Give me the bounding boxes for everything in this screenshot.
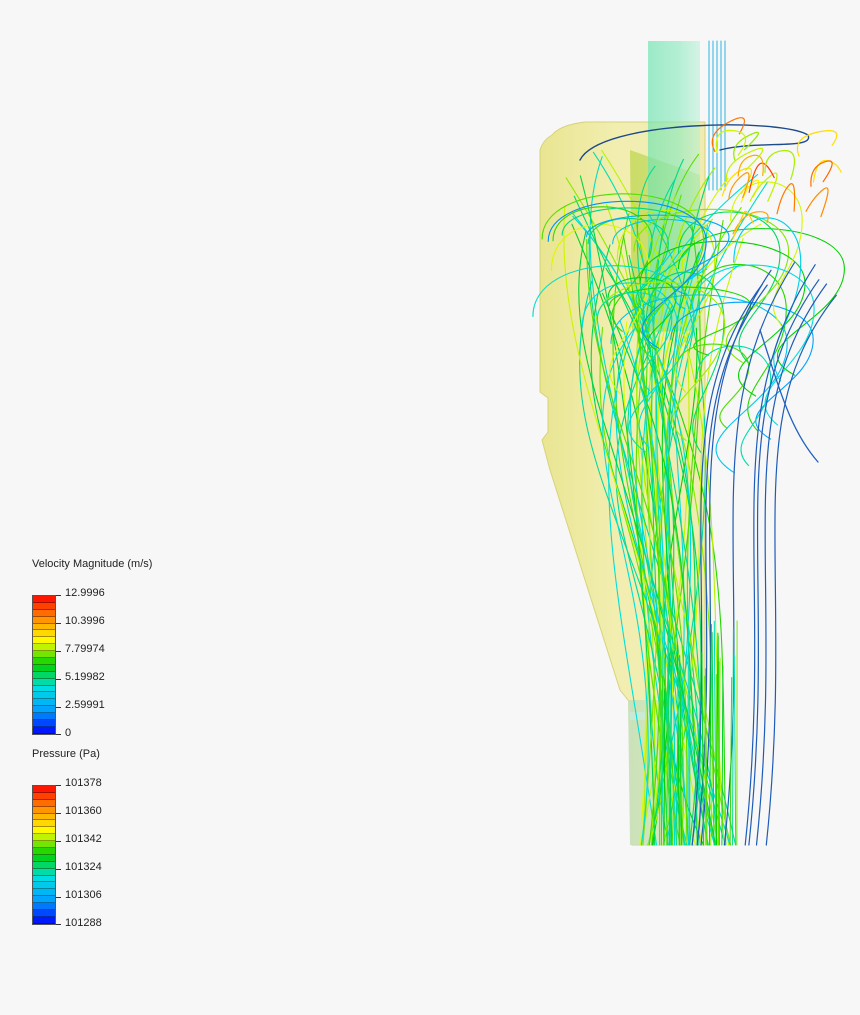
velocity-tick-label: 12.9996	[65, 587, 105, 599]
streamline	[748, 279, 820, 846]
streamline	[776, 183, 796, 215]
streamline	[796, 130, 838, 157]
velocity-tick-label: 0	[65, 727, 72, 739]
streamline	[764, 149, 796, 180]
streamline	[733, 654, 737, 846]
pressure-tick-label: 101306	[65, 889, 102, 901]
pressure-tick-label: 101288	[65, 917, 102, 929]
streamline	[810, 160, 833, 187]
velocity-legend-title: Velocity Magnitude (m/s)	[32, 558, 153, 570]
streamline	[748, 162, 775, 193]
pressure-tick-label: 101342	[65, 833, 102, 845]
streamline	[730, 181, 803, 326]
velocity-tick-label: 5.19982	[65, 671, 105, 683]
pressure-legend-title: Pressure (Pa)	[32, 748, 100, 760]
velocity-tick-label: 7.79974	[65, 643, 105, 655]
pressure-tick-label: 101324	[65, 861, 102, 873]
pressure-colorbar	[32, 785, 56, 925]
cyclone-streamline-render	[532, 40, 845, 846]
pressure-tick-label: 101360	[65, 805, 102, 817]
velocity-tick-label: 10.3996	[65, 615, 105, 627]
streamline	[805, 187, 829, 218]
pressure-tick-label: 101378	[65, 777, 102, 789]
streamline	[765, 294, 837, 846]
streamline	[696, 345, 772, 467]
streamline	[812, 159, 842, 183]
velocity-tick-label: 2.59991	[65, 699, 105, 711]
streamline	[732, 628, 734, 846]
velocity-colorbar	[32, 595, 56, 735]
